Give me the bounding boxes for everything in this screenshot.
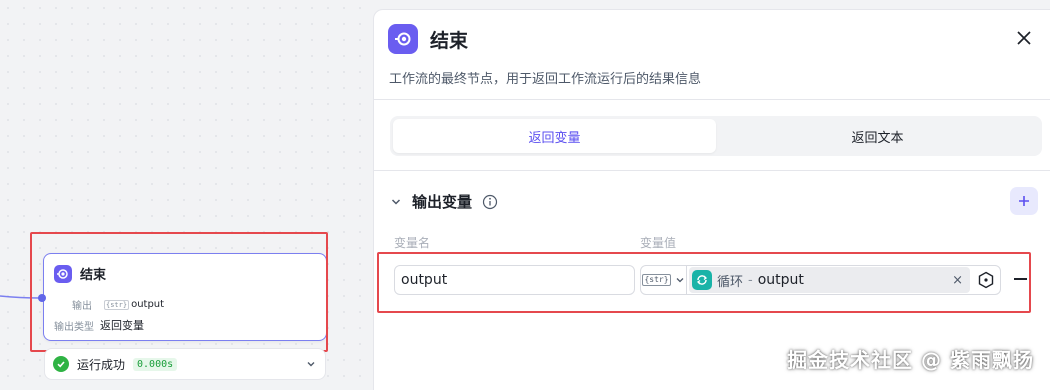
column-header-value: 变量值 [640,236,677,250]
return-mode-tabs: 返回变量 返回文本 [390,116,1042,156]
section-title: 输出变量 [412,193,473,211]
divider [374,99,1050,100]
info-icon[interactable] [482,194,498,210]
divider [374,170,1050,171]
tab-return-variable[interactable]: 返回变量 [393,119,716,153]
highlight-box-node [30,232,328,352]
column-header-name: 变量名 [394,236,431,250]
node-settings-panel: 结束 工作流的最终节点，用于返回工作流运行后的结果信息 返回变量 返回文本 输出… [373,9,1050,390]
run-status-text: 运行成功 [77,357,126,372]
run-status-bar[interactable]: 运行成功 0.000s [44,348,326,380]
add-variable-button[interactable] [1010,187,1038,215]
run-time-badge: 0.000s [133,357,178,371]
check-circle-icon [53,356,69,372]
watermark: 掘金技术社区 @ 紫雨飘扬 [787,348,1034,372]
end-node-icon [388,24,418,54]
plus-icon [1019,196,1029,206]
chevron-down-icon[interactable] [305,358,317,370]
panel-title: 结束 [430,29,469,52]
panel-description: 工作流的最终节点，用于返回工作流运行后的结果信息 [389,72,702,87]
tab-return-text[interactable]: 返回文本 [716,119,1039,153]
close-icon[interactable] [1016,30,1032,46]
highlight-box-row [377,252,1031,313]
chevron-down-icon[interactable] [390,196,402,208]
